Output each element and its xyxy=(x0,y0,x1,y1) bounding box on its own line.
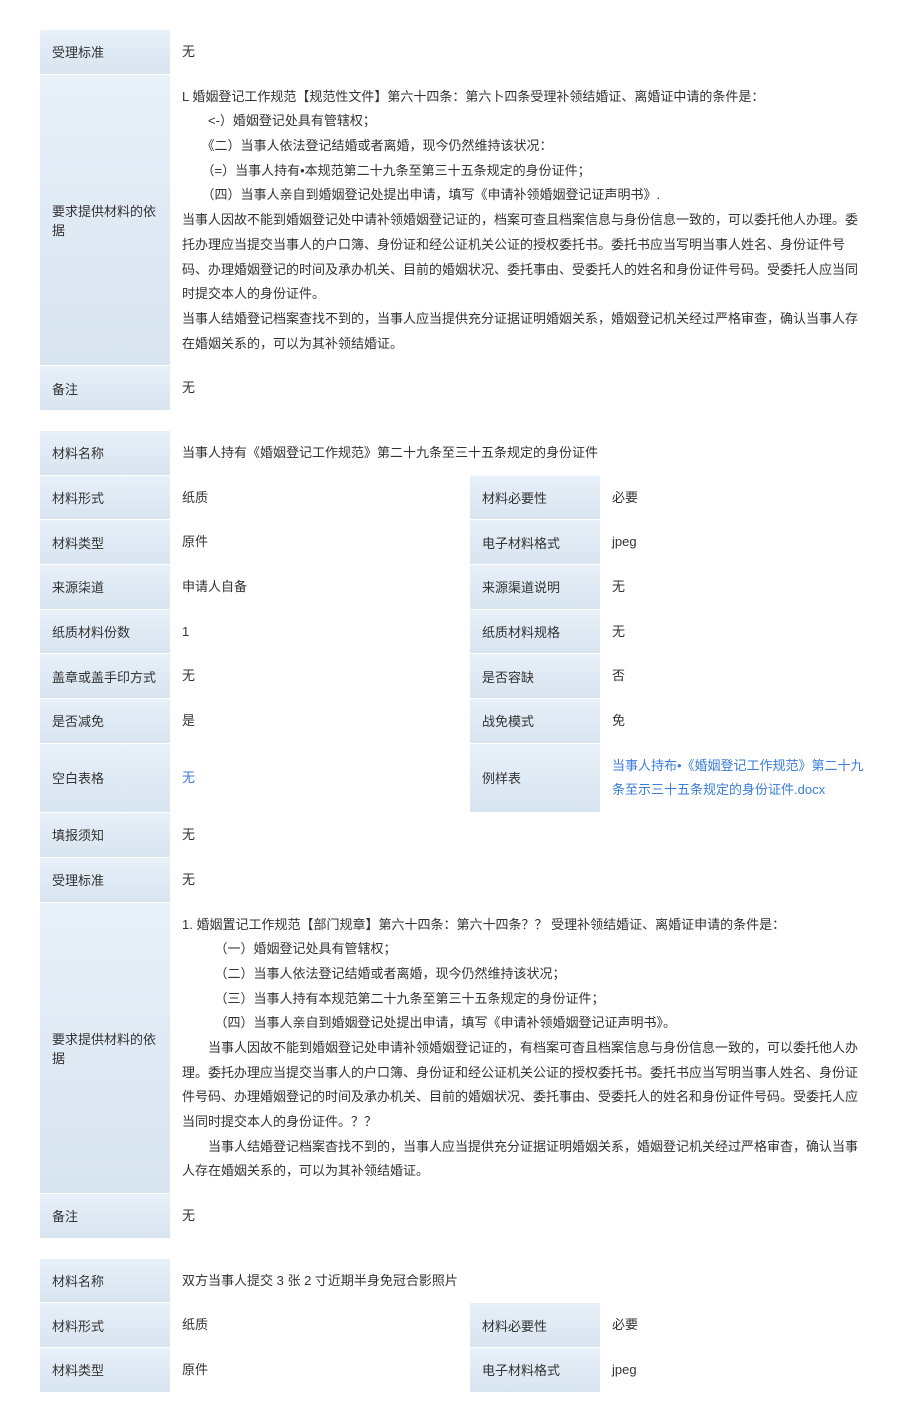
row-requirement-basis: 要求提供材料的依据 L 婚姻登记工作规范【规范性文件】第六十四条：第六卜四条受理… xyxy=(40,75,880,367)
section-3: 材料名称 双方当事人提交 3 张 2 寸近期半身免冠合影照片 材料形式 纸质 材… xyxy=(40,1259,880,1393)
value-electronic-format-3: jpeg xyxy=(600,1348,880,1393)
row-remark: 备注 无 xyxy=(40,366,880,411)
label-source-channel: 来源柒道 xyxy=(40,565,170,610)
value-material-necessity: 必要 xyxy=(600,476,880,521)
row-reducible: 是否减免 是 战免模式 免 xyxy=(40,699,880,744)
spacer xyxy=(40,1239,880,1259)
value-electronic-format: jpeg xyxy=(600,520,880,565)
value-reducible: 是 xyxy=(170,699,470,744)
value-sample-link[interactable]: 当事人持布•《婚姻登记工作规范》第二十九条至示三十五条规定的身份证件.docx xyxy=(600,744,880,813)
value-acceptance-standard: 无 xyxy=(170,30,880,75)
label-reducible: 是否减免 xyxy=(40,699,170,744)
value-requirement-basis: L 婚姻登记工作规范【规范性文件】第六十四条：第六卜四条受理补领结婚证、离婚证中… xyxy=(170,75,880,367)
value-material-type-3: 原件 xyxy=(170,1348,470,1393)
label-material-form: 材料形式 xyxy=(40,476,170,521)
value-source-channel: 申请人自备 xyxy=(170,565,470,610)
value-material-necessity-3: 必要 xyxy=(600,1303,880,1348)
value-material-type: 原件 xyxy=(170,520,470,565)
row-acceptance-standard: 受理标准 无 xyxy=(40,30,880,75)
value-material-form-3: 纸质 xyxy=(170,1303,470,1348)
label-material-necessity: 材料必要性 xyxy=(470,476,600,521)
label-allow-missing: 是否容缺 xyxy=(470,654,600,699)
value-requirement-basis-2: 1. 婚姻置记工作规范【部门规章】第六十四条：第六十四条？？ 受理补领结婚证、离… xyxy=(170,903,880,1195)
label-requirement-basis: 要求提供材料的依据 xyxy=(40,75,170,367)
row-material-type-3: 材料类型 原件 电子材料格式 jpeg xyxy=(40,1348,880,1393)
value-fill-notice: 无 xyxy=(170,813,880,858)
label-paper-spec: 纸质材料规格 xyxy=(470,610,600,655)
row-material-name: 材料名称 当事人持有《婚姻登记工作规范》第二十九条至三十五条规定的身份证件 xyxy=(40,431,880,476)
label-material-necessity-3: 材料必要性 xyxy=(470,1303,600,1348)
value-blank-form[interactable]: 无 xyxy=(170,744,470,813)
label-blank-form: 空白表格 xyxy=(40,744,170,813)
row-blank-form: 空白表格 无 例样表 当事人持布•《婚姻登记工作规范》第二十九条至示三十五条规定… xyxy=(40,744,880,813)
value-material-form: 纸质 xyxy=(170,476,470,521)
value-material-name: 当事人持有《婚姻登记工作规范》第二十九条至三十五条规定的身份证件 xyxy=(170,431,880,476)
value-waive-mode: 免 xyxy=(600,699,880,744)
value-material-name-3: 双方当事人提交 3 张 2 寸近期半身免冠合影照片 xyxy=(170,1259,880,1304)
row-acceptance-standard-2: 受理标准 无 xyxy=(40,858,880,903)
label-seal-method: 盖章或盖手印方式 xyxy=(40,654,170,699)
value-acceptance-standard-2: 无 xyxy=(170,858,880,903)
label-material-name-3: 材料名称 xyxy=(40,1259,170,1304)
row-material-type: 材料类型 原件 电子材料格式 jpeg xyxy=(40,520,880,565)
row-material-form-3: 材料形式 纸质 材料必要性 必要 xyxy=(40,1303,880,1348)
value-paper-spec: 无 xyxy=(600,610,880,655)
value-seal-method: 无 xyxy=(170,654,470,699)
row-material-form: 材料形式 纸质 材料必要性 必要 xyxy=(40,476,880,521)
section-1: 受理标准 无 要求提供材料的依据 L 婚姻登记工作规范【规范性文件】第六十四条：… xyxy=(40,30,880,411)
label-waive-mode: 战免模式 xyxy=(470,699,600,744)
row-source-channel: 来源柒道 申请人自备 来源渠道说明 无 xyxy=(40,565,880,610)
value-source-desc: 无 xyxy=(600,565,880,610)
label-remark-2: 备注 xyxy=(40,1194,170,1239)
section-2: 材料名称 当事人持有《婚姻登记工作规范》第二十九条至三十五条规定的身份证件 材料… xyxy=(40,431,880,1239)
row-fill-notice: 填报须知 无 xyxy=(40,813,880,858)
value-allow-missing: 否 xyxy=(600,654,880,699)
label-material-form-3: 材料形式 xyxy=(40,1303,170,1348)
value-remark-2: 无 xyxy=(170,1194,880,1239)
row-material-name-3: 材料名称 双方当事人提交 3 张 2 寸近期半身免冠合影照片 xyxy=(40,1259,880,1304)
label-requirement-basis-2: 要求提供材料的依据 xyxy=(40,903,170,1195)
label-acceptance-standard-2: 受理标准 xyxy=(40,858,170,903)
label-electronic-format: 电子材料格式 xyxy=(470,520,600,565)
row-seal-method: 盖章或盖手印方式 无 是否容缺 否 xyxy=(40,654,880,699)
label-material-name: 材料名称 xyxy=(40,431,170,476)
label-electronic-format-3: 电子材料格式 xyxy=(470,1348,600,1393)
label-source-desc: 来源渠道说明 xyxy=(470,565,600,610)
label-fill-notice: 填报须知 xyxy=(40,813,170,858)
label-paper-copies: 纸质材料份数 xyxy=(40,610,170,655)
spacer xyxy=(40,411,880,431)
label-sample: 例样表 xyxy=(470,744,600,813)
value-remark: 无 xyxy=(170,366,880,411)
label-material-type-3: 材料类型 xyxy=(40,1348,170,1393)
row-requirement-basis-2: 要求提供材料的依据 1. 婚姻置记工作规范【部门规章】第六十四条：第六十四条？？… xyxy=(40,903,880,1195)
row-paper-copies: 纸质材料份数 1 纸质材料规格 无 xyxy=(40,610,880,655)
value-paper-copies: 1 xyxy=(170,610,470,655)
label-acceptance-standard: 受理标准 xyxy=(40,30,170,75)
row-remark-2: 备注 无 xyxy=(40,1194,880,1239)
label-remark: 备注 xyxy=(40,366,170,411)
label-material-type: 材料类型 xyxy=(40,520,170,565)
